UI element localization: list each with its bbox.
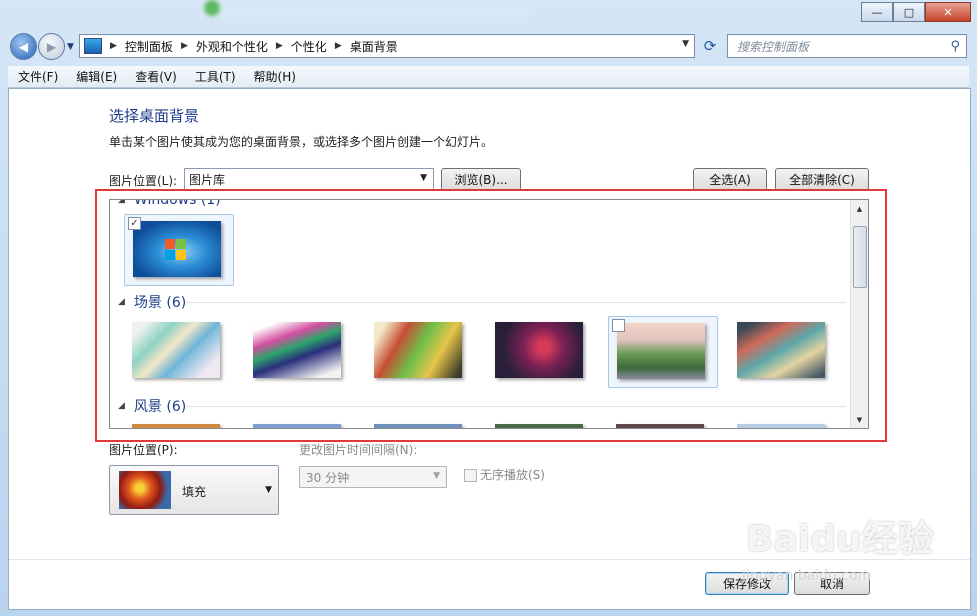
forward-button[interactable]: ▶ bbox=[38, 33, 65, 60]
select-all-button[interactable]: 全选(A) bbox=[693, 168, 767, 191]
breadcrumb-desktop-background[interactable]: 桌面背景 bbox=[350, 38, 398, 55]
page-description: 单击某个图片使其成为您的桌面背景，或选择多个图片创建一个幻灯片。 bbox=[109, 135, 494, 149]
breadcrumb-separator-icon[interactable]: ▶ bbox=[276, 41, 283, 51]
navigation-bar: ◀ ▶ ▼ ▶ 控制面板 ▶ 外观和个性化 ▶ 个性化 ▶ 桌面背景 ▼ ⟳ 搜… bbox=[0, 30, 977, 62]
menu-help[interactable]: 帮助(H) bbox=[244, 68, 304, 85]
breadcrumb-appearance[interactable]: 外观和个性化 bbox=[196, 38, 268, 55]
back-arrow-icon: ◀ bbox=[18, 39, 29, 54]
menu-edit[interactable]: 编辑(E) bbox=[66, 68, 125, 85]
chevron-down-icon: ▼ bbox=[265, 485, 272, 495]
breadcrumb-separator-icon[interactable]: ▶ bbox=[110, 41, 117, 51]
menu-tools[interactable]: 工具(T) bbox=[185, 68, 244, 85]
picture-position-dropdown[interactable]: 填充 ▼ bbox=[109, 465, 279, 515]
watermark-logo: Baidu经验 bbox=[746, 519, 934, 560]
menu-view[interactable]: 查看(V) bbox=[125, 68, 185, 85]
menu-bar: 文件(F) 编辑(E) 查看(V) 工具(T) 帮助(H) bbox=[8, 66, 969, 88]
page-title: 选择桌面背景 bbox=[109, 107, 200, 125]
highlight-annotation bbox=[95, 189, 887, 442]
address-dropdown-icon[interactable]: ▼ bbox=[682, 39, 689, 49]
shuffle-label: 无序播放(S) bbox=[480, 468, 545, 482]
minimize-button[interactable]: — bbox=[861, 2, 893, 22]
flower-preview-image bbox=[119, 471, 171, 509]
browse-button[interactable]: 浏览(B)... bbox=[441, 168, 521, 191]
control-panel-icon bbox=[84, 38, 102, 54]
search-box[interactable]: 搜索控制面板 ⚲ bbox=[727, 34, 967, 58]
menu-file[interactable]: 文件(F) bbox=[8, 68, 66, 85]
location-label: 图片位置(L): bbox=[109, 174, 178, 188]
shuffle-checkbox[interactable] bbox=[464, 469, 477, 482]
search-input[interactable]: 搜索控制面板 bbox=[737, 38, 950, 55]
watermark-url: jingyan.baidu.com bbox=[742, 568, 872, 584]
title-bar: — □ ✕ bbox=[0, 0, 977, 28]
refresh-icon[interactable]: ⟳ bbox=[697, 34, 723, 58]
breadcrumb-control-panel[interactable]: 控制面板 bbox=[125, 38, 173, 55]
breadcrumb-separator-icon[interactable]: ▶ bbox=[335, 41, 342, 51]
clear-all-button[interactable]: 全部清除(C) bbox=[775, 168, 869, 191]
interval-value: 30 分钟 bbox=[306, 470, 350, 485]
breadcrumb-separator-icon[interactable]: ▶ bbox=[181, 41, 188, 51]
address-bar[interactable]: ▶ 控制面板 ▶ 外观和个性化 ▶ 个性化 ▶ 桌面背景 ▼ bbox=[79, 34, 695, 58]
interval-label: 更改图片时间间隔(N): bbox=[299, 443, 418, 457]
position-value: 填充 bbox=[182, 485, 207, 499]
search-icon[interactable]: ⚲ bbox=[950, 39, 960, 54]
chevron-down-icon: ▼ bbox=[420, 173, 427, 183]
location-combobox[interactable]: 图片库 ▼ bbox=[184, 168, 434, 190]
breadcrumb-personalization[interactable]: 个性化 bbox=[291, 38, 327, 55]
maximize-button[interactable]: □ bbox=[893, 2, 925, 22]
interval-combobox[interactable]: 30 分钟 ▼ bbox=[299, 466, 447, 488]
close-button[interactable]: ✕ bbox=[925, 2, 971, 22]
control-panel-window: — □ ✕ ◀ ▶ ▼ ▶ 控制面板 ▶ 外观和个性化 ▶ 个性化 ▶ 桌面背景… bbox=[0, 0, 977, 616]
recent-pages-chevron-icon[interactable]: ▼ bbox=[67, 42, 74, 52]
window-controls: — □ ✕ bbox=[861, 2, 971, 22]
blurred-notice bbox=[200, 0, 530, 18]
forward-arrow-icon: ▶ bbox=[46, 39, 57, 54]
chevron-down-icon: ▼ bbox=[433, 471, 440, 481]
location-value: 图片库 bbox=[189, 172, 226, 187]
position-label: 图片位置(P): bbox=[109, 443, 178, 457]
back-button[interactable]: ◀ bbox=[10, 33, 37, 60]
